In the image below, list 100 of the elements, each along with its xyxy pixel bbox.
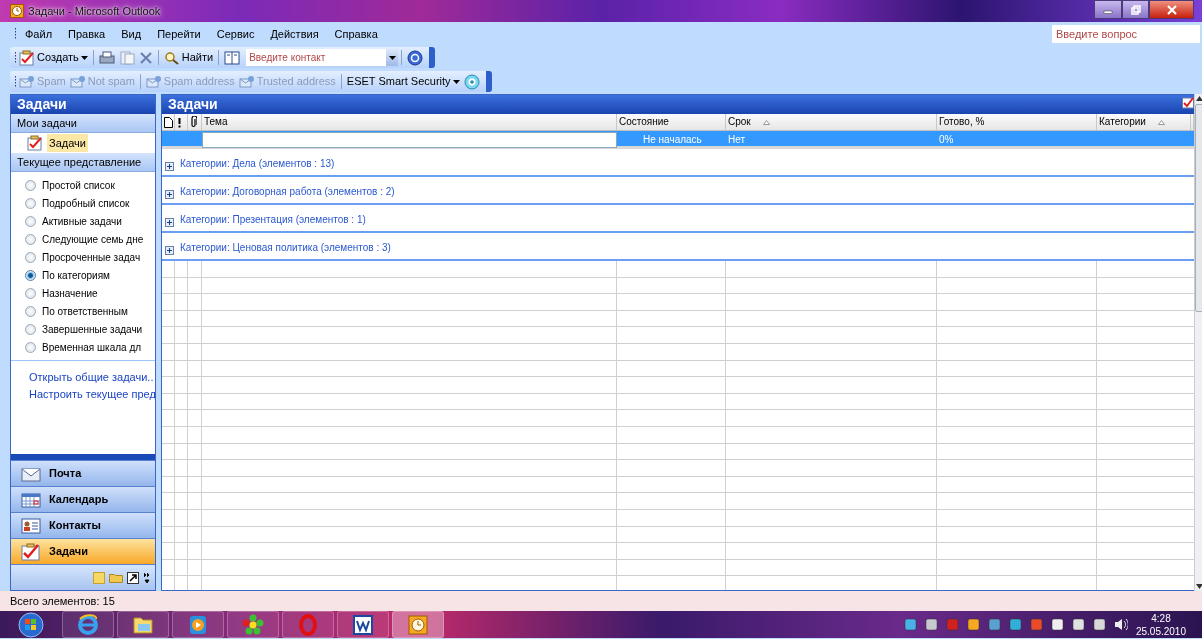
group-header[interactable]: Категории: Ценовая политика (элементов : 3): [180, 240, 391, 255]
column-header[interactable]: Тема: [202, 114, 617, 130]
paperclip-icon[interactable]: [190, 116, 197, 128]
section-header: Мои задачи: [11, 114, 155, 133]
menu-item[interactable]: Вид: [113, 25, 150, 43]
toolbar-button[interactable]: Создать: [17, 48, 90, 67]
envelope-icon: [21, 465, 41, 482]
flower-icon: [241, 612, 265, 637]
contact-card-icon: [21, 517, 41, 534]
task-icon: [21, 542, 41, 561]
column-header[interactable]: Категории: [1097, 114, 1191, 130]
menu-item[interactable]: Действия: [262, 25, 327, 43]
letter-o-icon: [296, 612, 320, 637]
radio-button[interactable]: [25, 269, 36, 281]
calendar-icon: [21, 491, 41, 508]
radio-button[interactable]: [25, 305, 36, 317]
group-header[interactable]: Категории: Договорная работа (элементов : 2): [180, 184, 395, 199]
radio-button[interactable]: [25, 215, 36, 227]
nav-button[interactable]: Почта: [11, 460, 155, 486]
minimize-button[interactable]: [1094, 0, 1122, 19]
help-search-field[interactable]: Введите вопрос: [1052, 25, 1200, 43]
speaker-icon[interactable]: [1113, 618, 1128, 631]
menu-item[interactable]: Сервис: [208, 25, 263, 43]
task-icon[interactable]: [19, 49, 35, 66]
scroll-thumb[interactable]: [1195, 104, 1202, 312]
radio-button[interactable]: [25, 287, 36, 299]
column-header[interactable]: Состояние: [617, 114, 726, 130]
table-cell-text: Нет: [727, 133, 747, 147]
new-task-field[interactable]: [202, 132, 617, 148]
group-header[interactable]: Категории: Дела (элементов : 13): [180, 156, 335, 171]
table-cell-text: Не началась: [642, 133, 703, 147]
search-icon[interactable]: [163, 50, 180, 65]
expand-icon[interactable]: [165, 190, 174, 199]
link[interactable]: Открыть общие задачи..: [11, 369, 155, 386]
menu-item[interactable]: Файл: [17, 25, 61, 43]
close-button[interactable]: [1149, 0, 1194, 19]
splitter-handle[interactable]: [11, 454, 155, 460]
toolbar-grip-icon: [14, 27, 17, 41]
radio-label: Простой список: [42, 178, 115, 193]
find-button[interactable]: Найти: [161, 48, 216, 67]
radio-button[interactable]: [25, 179, 36, 191]
caret-icon: [80, 55, 88, 60]
pane-title: Задачи: [11, 95, 155, 114]
maximize-button[interactable]: [1122, 0, 1149, 19]
pane-title: Задачи: [168, 95, 218, 114]
chevron-icon[interactable]: [143, 571, 151, 584]
clock-text[interactable]: 4:28 25.05.2010: [1135, 611, 1186, 638]
section-header: Текущее представление: [11, 153, 155, 172]
radio-label: По ответственным: [42, 304, 128, 319]
folder-item[interactable]: Задачи: [11, 133, 155, 153]
menu-item[interactable]: Правка: [60, 25, 114, 43]
taskbar-button[interactable]: [117, 611, 169, 638]
importance-icon[interactable]: [177, 116, 182, 128]
expand-icon[interactable]: [165, 218, 174, 227]
contact-search-field[interactable]: Введите контакт: [246, 49, 387, 66]
windows-orb-icon: [16, 611, 46, 638]
dropdown-button[interactable]: [386, 49, 399, 66]
table-cell-text: 0%: [938, 133, 955, 147]
window-title: Задачи - Microsoft Outlook: [28, 3, 161, 19]
close-icon: [1166, 4, 1177, 15]
radio-button[interactable]: [25, 341, 36, 353]
menu-item[interactable]: Перейти: [149, 25, 209, 43]
caret-icon: [452, 79, 460, 84]
restore-icon: [1130, 4, 1141, 15]
radio-button[interactable]: [25, 233, 36, 245]
expand-icon[interactable]: [165, 162, 174, 171]
browser-icon: [76, 612, 100, 637]
caret-icon: [388, 55, 396, 60]
radio-label: Подробный список: [42, 196, 130, 211]
nav-button[interactable]: Календарь: [11, 486, 155, 512]
radio-label: По категориям: [42, 268, 110, 283]
radio-button[interactable]: [25, 197, 36, 209]
shortcut-icon[interactable]: [127, 571, 139, 584]
nav-button[interactable]: Контакты: [11, 512, 155, 538]
radio-button[interactable]: [25, 323, 36, 335]
link[interactable]: Настроить текущее пред: [11, 386, 155, 403]
taskbar-button[interactable]: [227, 611, 279, 638]
radio-label: Активные задачи: [42, 214, 122, 229]
taskbar-button[interactable]: [172, 611, 224, 638]
radio-label: Следующие семь дне: [42, 232, 144, 247]
start-button[interactable]: [16, 611, 46, 638]
taskbar-button[interactable]: [337, 611, 389, 638]
status-text: Всего элементов: 15: [0, 591, 1202, 611]
taskbar-button[interactable]: [392, 611, 444, 638]
sort-icon: [762, 119, 770, 125]
taskbar-button[interactable]: [62, 611, 114, 638]
menu-item[interactable]: Справка: [326, 25, 386, 43]
task-icon: [1182, 95, 1194, 109]
toolbar-grip-icon: [14, 50, 17, 65]
scrollbar[interactable]: [1194, 94, 1202, 591]
column-header[interactable]: Срок: [726, 114, 937, 130]
column-header[interactable]: Готово, %: [937, 114, 1097, 130]
group-header[interactable]: Категории: Презентация (элементов : 1): [180, 212, 366, 227]
menu-button[interactable]: ESET Smart Security: [344, 72, 462, 91]
task-icon: [27, 135, 43, 151]
nav-button[interactable]: Задачи: [11, 538, 155, 564]
radio-button[interactable]: [25, 251, 36, 263]
expand-icon[interactable]: [165, 246, 174, 255]
radio-label: Завершенные задачи: [42, 322, 143, 337]
toolbar-grip-icon: [14, 74, 17, 89]
